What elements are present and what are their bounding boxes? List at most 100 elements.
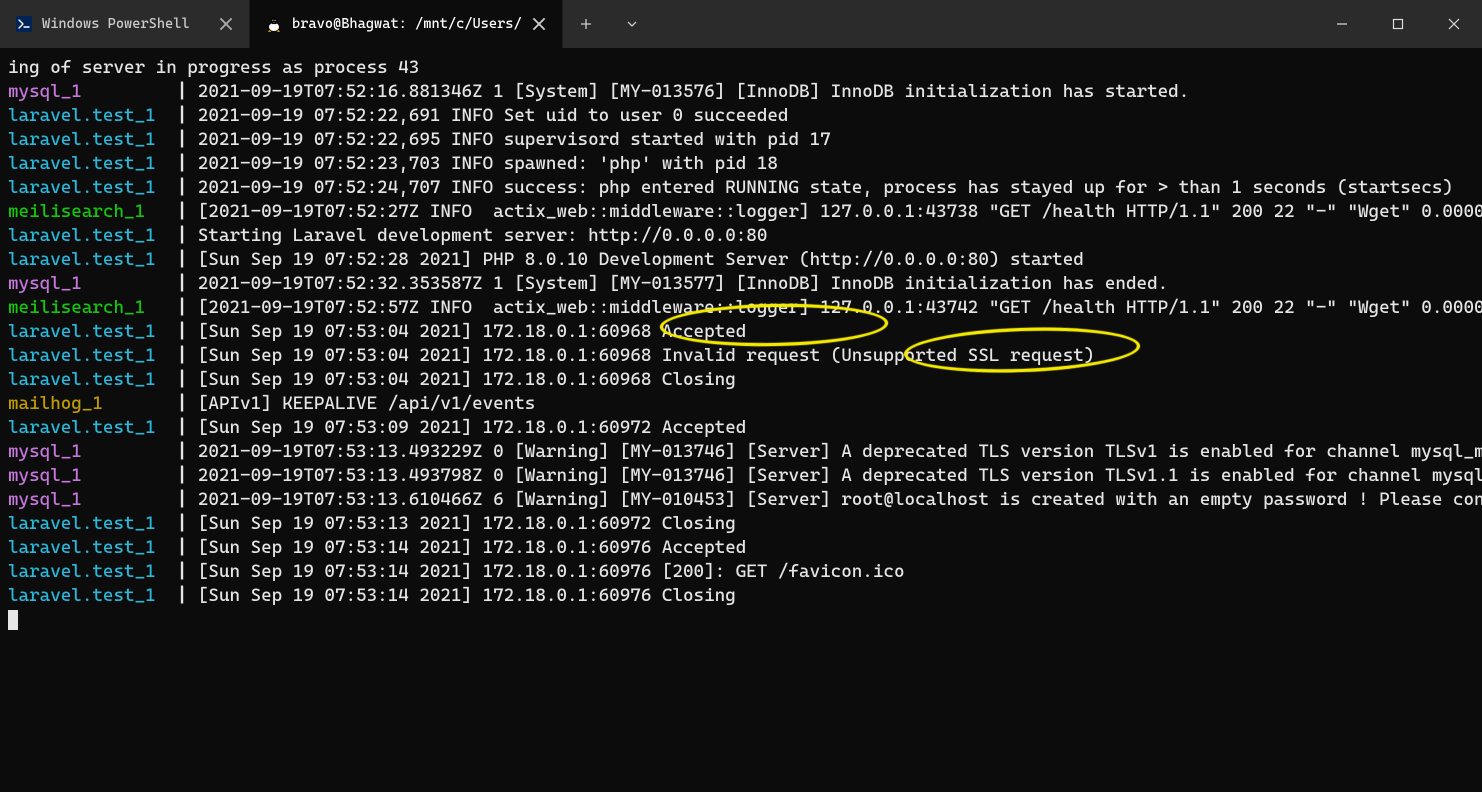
- terminal-segment: meilisearch_1: [8, 297, 177, 318]
- tab-powershell[interactable]: Windows PowerShell: [0, 0, 250, 48]
- terminal-segment: [2021-09-19T07:52:27Z INFO actix_web::mi…: [198, 201, 1482, 222]
- terminal-line: laravel.test_1 | [Sun Sep 19 07:53:04 20…: [8, 368, 1474, 392]
- terminal-line: mysql_1 | 2021-09-19T07:53:13.493229Z 0 …: [8, 440, 1474, 464]
- tab-strip: Windows PowerShell bravo@Bhagwat: /mnt/c…: [0, 0, 563, 48]
- terminal-line: laravel.test_1 | 2021-09-19 07:52:24,707…: [8, 176, 1474, 200]
- terminal-line: laravel.test_1 | [Sun Sep 19 07:53:13 20…: [8, 512, 1474, 536]
- terminal-segment: 2021-09-19T07:52:32.353587Z 1 [System] […: [198, 273, 1168, 294]
- terminal-segment: |: [177, 225, 198, 246]
- terminal-segment: laravel.test_1: [8, 585, 177, 606]
- terminal-line: laravel.test_1 | 2021-09-19 07:52:22,695…: [8, 128, 1474, 152]
- tux-icon: [266, 16, 282, 32]
- minimize-button[interactable]: [1314, 0, 1370, 48]
- terminal-segment: |: [177, 321, 198, 342]
- terminal-segment: |: [177, 273, 198, 294]
- new-tab-button[interactable]: [563, 0, 609, 48]
- terminal-segment: laravel.test_1: [8, 369, 177, 390]
- terminal-segment: |: [177, 297, 198, 318]
- terminal-segment: |: [177, 345, 198, 366]
- terminal-segment: meilisearch_1: [8, 201, 177, 222]
- terminal-line: laravel.test_1 | [Sun Sep 19 07:53:09 20…: [8, 416, 1474, 440]
- terminal-segment: mysql_1: [8, 489, 177, 510]
- terminal-segment: 2021-09-19T07:53:13.610466Z 6 [Warning] …: [198, 489, 1482, 510]
- terminal-segment: |: [177, 489, 198, 510]
- terminal-segment: mailhog_1: [8, 393, 177, 414]
- terminal-segment: [Sun Sep 19 07:53:04 2021] 172.18.0.1:60…: [198, 369, 736, 390]
- terminal-segment: laravel.test_1: [8, 153, 177, 174]
- terminal-segment: mysql_1: [8, 465, 177, 486]
- cursor: [8, 610, 18, 630]
- tab-dropdown-button[interactable]: [609, 0, 655, 48]
- terminal-segment: 2021-09-19T07:53:13.493798Z 0 [Warning] …: [198, 465, 1482, 486]
- terminal-segment: |: [177, 537, 198, 558]
- terminal-segment: mysql_1: [8, 273, 177, 294]
- terminal-segment: |: [177, 81, 198, 102]
- terminal-line: laravel.test_1 | [Sun Sep 19 07:52:28 20…: [8, 248, 1474, 272]
- terminal-segment: [Sun Sep 19 07:53:14 2021] 172.18.0.1:60…: [198, 537, 746, 558]
- terminal-segment: ing of server in progress as process 43: [8, 57, 419, 78]
- tab-actions: [563, 0, 655, 48]
- maximize-button[interactable]: [1370, 0, 1426, 48]
- titlebar: Windows PowerShell bravo@Bhagwat: /mnt/c…: [0, 0, 1482, 48]
- terminal-line: laravel.test_1 | Starting Laravel develo…: [8, 224, 1474, 248]
- terminal-segment: Starting Laravel development server: htt…: [198, 225, 768, 246]
- terminal-line: mysql_1 | 2021-09-19T07:53:13.493798Z 0 …: [8, 464, 1474, 488]
- terminal-segment: |: [177, 153, 198, 174]
- terminal-segment: |: [177, 561, 198, 582]
- terminal-line: laravel.test_1 | [Sun Sep 19 07:53:04 20…: [8, 344, 1474, 368]
- terminal-segment: laravel.test_1: [8, 105, 177, 126]
- terminal-segment: |: [177, 513, 198, 534]
- terminal-segment: laravel.test_1: [8, 129, 177, 150]
- titlebar-drag-region[interactable]: [655, 0, 1314, 48]
- tab-label: Windows PowerShell: [42, 16, 209, 32]
- terminal-line: laravel.test_1 | [Sun Sep 19 07:53:14 20…: [8, 584, 1474, 608]
- terminal-line: meilisearch_1 | [2021-09-19T07:52:27Z IN…: [8, 200, 1474, 224]
- terminal-line: mysql_1 | 2021-09-19T07:52:16.881346Z 1 …: [8, 80, 1474, 104]
- terminal-line: laravel.test_1 | [Sun Sep 19 07:53:14 20…: [8, 560, 1474, 584]
- powershell-icon: [16, 16, 32, 32]
- terminal-segment: |: [177, 177, 198, 198]
- terminal-segment: [Sun Sep 19 07:53:14 2021] 172.18.0.1:60…: [198, 561, 905, 582]
- terminal-segment: laravel.test_1: [8, 561, 177, 582]
- terminal-line: meilisearch_1 | [2021-09-19T07:52:57Z IN…: [8, 296, 1474, 320]
- terminal-segment: 2021-09-19T07:53:13.493229Z 0 [Warning] …: [198, 441, 1482, 462]
- terminal-line: mysql_1 | 2021-09-19T07:52:32.353587Z 1 …: [8, 272, 1474, 296]
- terminal-segment: 2021-09-19 07:52:24,707 INFO success: ph…: [198, 177, 1453, 198]
- terminal-segment: |: [177, 105, 198, 126]
- terminal-segment: 2021-09-19 07:52:23,703 INFO spawned: 'p…: [198, 153, 778, 174]
- terminal-line: laravel.test_1 | 2021-09-19 07:52:22,691…: [8, 104, 1474, 128]
- terminal-segment: |: [177, 465, 198, 486]
- terminal-segment: [Sun Sep 19 07:52:28 2021] PHP 8.0.10 De…: [198, 249, 1084, 270]
- terminal-segment: laravel.test_1: [8, 345, 177, 366]
- terminal-line: laravel.test_1 | [Sun Sep 19 07:53:14 20…: [8, 536, 1474, 560]
- terminal-segment: 2021-09-19 07:52:22,695 INFO supervisord…: [198, 129, 831, 150]
- terminal-output: ing of server in progress as process 43m…: [8, 56, 1474, 608]
- terminal-segment: |: [177, 393, 198, 414]
- terminal-segment: |: [177, 441, 198, 462]
- terminal-segment: [Sun Sep 19 07:53:04 2021] 172.18.0.1:60…: [198, 321, 746, 342]
- terminal-line: laravel.test_1 | [Sun Sep 19 07:53:04 20…: [8, 320, 1474, 344]
- tab-wsl[interactable]: bravo@Bhagwat: /mnt/c/Users/: [250, 0, 563, 48]
- close-icon[interactable]: [532, 17, 546, 31]
- terminal-pane[interactable]: ing of server in progress as process 43m…: [0, 48, 1482, 792]
- terminal-segment: 2021-09-19 07:52:22,691 INFO Set uid to …: [198, 105, 789, 126]
- tab-label: bravo@Bhagwat: /mnt/c/Users/: [292, 16, 522, 32]
- terminal-segment: laravel.test_1: [8, 417, 177, 438]
- terminal-line: ing of server in progress as process 43: [8, 56, 1474, 80]
- terminal-segment: mysql_1: [8, 81, 177, 102]
- terminal-segment: laravel.test_1: [8, 513, 177, 534]
- window-close-button[interactable]: [1426, 0, 1482, 48]
- terminal-segment: |: [177, 369, 198, 390]
- window-controls: [1314, 0, 1482, 48]
- terminal-segment: mysql_1: [8, 441, 177, 462]
- terminal-line: mysql_1 | 2021-09-19T07:53:13.610466Z 6 …: [8, 488, 1474, 512]
- close-icon[interactable]: [219, 17, 233, 31]
- terminal-segment: [APIv1] KEEPALIVE /api/v1/events: [198, 393, 536, 414]
- terminal-segment: laravel.test_1: [8, 321, 177, 342]
- terminal-line: mailhog_1 | [APIv1] KEEPALIVE /api/v1/ev…: [8, 392, 1474, 416]
- terminal-segment: [Sun Sep 19 07:53:13 2021] 172.18.0.1:60…: [198, 513, 736, 534]
- terminal-segment: laravel.test_1: [8, 225, 177, 246]
- terminal-segment: laravel.test_1: [8, 249, 177, 270]
- terminal-line: laravel.test_1 | 2021-09-19 07:52:23,703…: [8, 152, 1474, 176]
- terminal-segment: |: [177, 417, 198, 438]
